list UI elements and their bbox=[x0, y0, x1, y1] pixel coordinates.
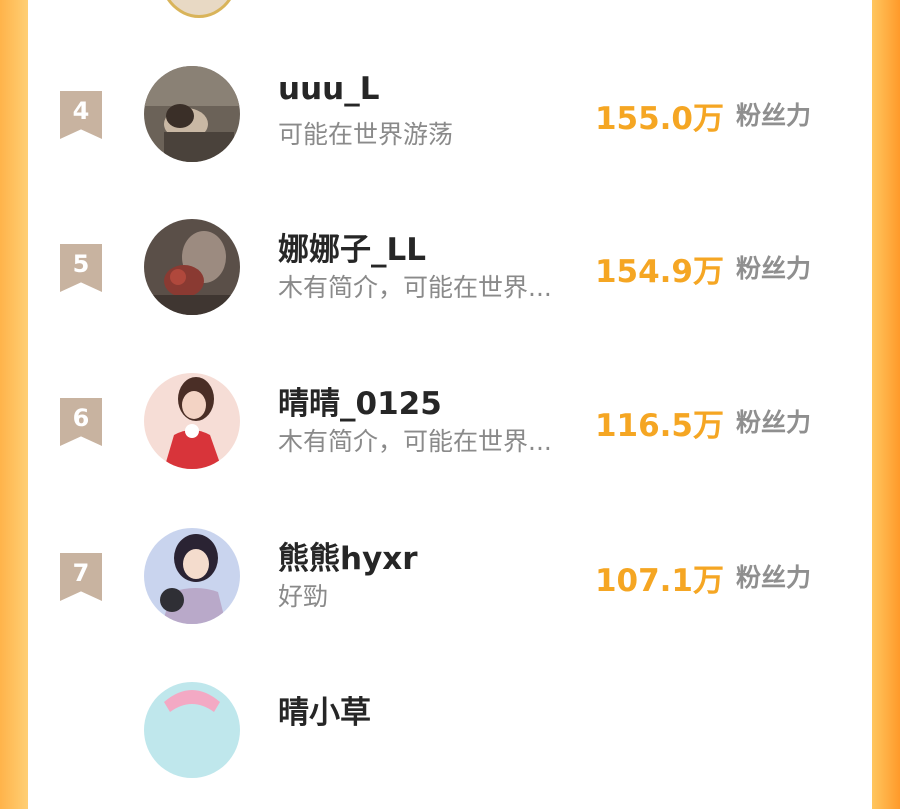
user-name[interactable]: 娜娜子_LL bbox=[278, 224, 426, 269]
fan-power-label: 粉丝力 bbox=[736, 563, 812, 592]
avatar[interactable] bbox=[144, 66, 240, 162]
avatar[interactable] bbox=[144, 219, 240, 315]
user-name[interactable]: 晴晴_0125 bbox=[278, 378, 442, 423]
avatar[interactable] bbox=[144, 528, 240, 624]
user-bio: 木有简介，可能在世界... bbox=[278, 273, 552, 302]
fan-power-value: 116.5万 bbox=[594, 408, 724, 444]
ranking-row[interactable]: 4 uuu_L 可能在世界游荡 155.0万 粉丝力 bbox=[28, 63, 872, 193]
fan-power-label: 粉丝力 bbox=[736, 101, 812, 130]
ranking-list: 4 uuu_L 可能在世界游荡 155.0万 粉丝力 5 娜娜子_LL 木有简介… bbox=[28, 0, 872, 778]
fan-power-label: 粉丝力 bbox=[736, 254, 812, 283]
fan-power-value: 154.9万 bbox=[594, 254, 724, 290]
user-name[interactable]: 晴小草 bbox=[278, 687, 371, 732]
user-bio: 好勁 bbox=[278, 582, 329, 611]
rank-badge: 7 bbox=[60, 553, 102, 601]
avatar[interactable] bbox=[144, 373, 240, 469]
user-name[interactable]: 熊熊hyxr bbox=[278, 533, 418, 578]
ranking-row[interactable]: 6 晴晴_0125 木有简介，可能在世界... 116.5万 粉丝力 bbox=[28, 370, 872, 500]
fan-power-value: 155.0万 bbox=[594, 101, 724, 137]
user-bio: 可能在世界游荡 bbox=[278, 120, 454, 149]
ranking-row[interactable]: 7 熊熊hyxr 好勁 107.1万 粉丝力 bbox=[28, 525, 872, 655]
rank-badge: 4 bbox=[60, 91, 102, 139]
fan-power-value: 107.1万 bbox=[594, 563, 724, 599]
ranking-row[interactable]: 晴小草 bbox=[28, 679, 872, 809]
avatar[interactable] bbox=[144, 682, 240, 778]
user-bio: 木有简介，可能在世界... bbox=[278, 427, 552, 456]
rank-badge: 6 bbox=[60, 398, 102, 446]
avatar-rank-3-partial[interactable] bbox=[158, 0, 240, 18]
rank-badge: 5 bbox=[60, 244, 102, 292]
user-name[interactable]: uuu_L bbox=[278, 71, 379, 107]
fan-power-label: 粉丝力 bbox=[736, 408, 812, 437]
ranking-row[interactable]: 5 娜娜子_LL 木有简介，可能在世界... 154.9万 粉丝力 bbox=[28, 216, 872, 346]
